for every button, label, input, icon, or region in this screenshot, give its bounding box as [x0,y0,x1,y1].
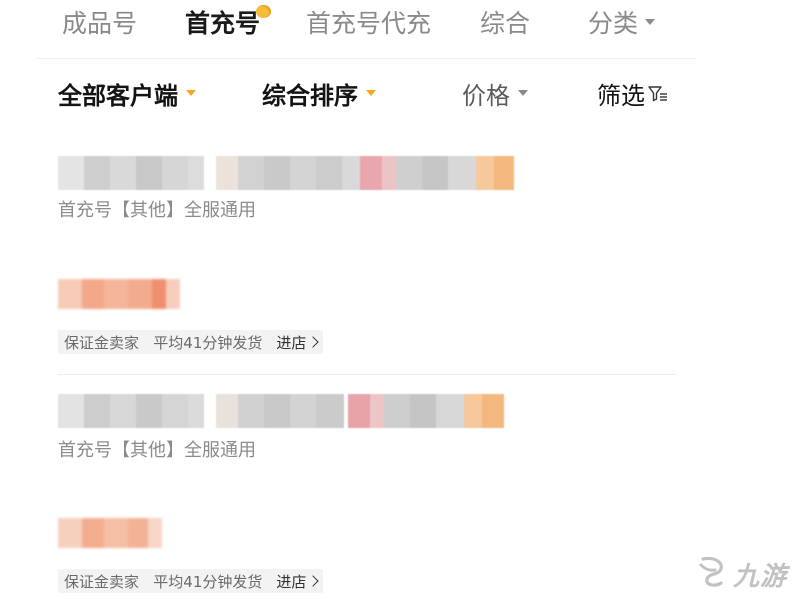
seller-badge: 保证金卖家 平均41分钟发货 进店 [58,330,324,354]
listing-subtitle: 首充号【其他】全服通用 [58,440,256,461]
seller-badge-text: 保证金卖家 平均41分钟发货 [64,572,263,591]
filter-screen-label: 筛选 [597,82,645,110]
filter-price-label: 价格 [462,82,510,110]
listing-divider [58,374,676,375]
caret-down-icon [518,90,528,96]
tab-zonghe[interactable]: 综合 [480,6,530,42]
caret-down-icon [366,90,376,96]
enter-shop-label: 进店 [276,572,307,591]
filter-sort-label: 综合排序 [262,82,358,110]
seller-badge: 保证金卖家 平均41分钟发货 进店 [58,569,324,593]
tab-shouchonghao-daichong[interactable]: 首充号代充 [306,6,431,42]
enter-shop-link[interactable]: 进店 [276,571,320,592]
caret-down-icon [186,90,196,96]
chevron-right-icon [307,336,320,348]
filter-client-label: 全部客户端 [58,82,178,110]
watermark-text: 九游 [732,561,787,592]
enter-shop-link[interactable]: 进店 [276,332,320,353]
filter-bar: 全部客户端 综合排序 价格 筛选 [0,72,793,122]
top-tabs: 成品号 首充号 首充号代充 综合 分类 [0,0,793,52]
top-divider [36,58,696,59]
filter-client[interactable]: 全部客户端 [58,78,196,114]
seller-badge-text: 保证金卖家 平均41分钟发货 [64,333,263,352]
listing-price-blurred [58,518,164,548]
tab-shouchonghao[interactable]: 首充号 [185,6,260,42]
tab-fenlei[interactable]: 分类 [588,6,656,42]
listing-title-blurred [58,394,508,428]
caret-down-icon [645,19,656,25]
enter-shop-label: 进店 [276,333,307,352]
jiuyou-logo-icon [695,555,729,593]
listing-title-blurred [58,156,518,190]
filter-sort[interactable]: 综合排序 [262,78,376,114]
active-tab-dot-icon [256,5,271,18]
chevron-right-icon [307,575,320,587]
tab-fenlei-label: 分类 [588,9,639,38]
listing-price-blurred [58,279,182,309]
filter-screen[interactable]: 筛选 [597,78,668,115]
listing-subtitle: 首充号【其他】全服通用 [58,200,256,221]
watermark: 九游 [695,555,787,593]
tab-chengpinhao[interactable]: 成品号 [62,6,137,42]
funnel-icon [648,77,668,113]
page: 成品号 首充号 首充号代充 综合 分类 全部客户端 综合排序 价格 筛选 首充号… [0,0,793,599]
filter-price[interactable]: 价格 [462,78,528,114]
